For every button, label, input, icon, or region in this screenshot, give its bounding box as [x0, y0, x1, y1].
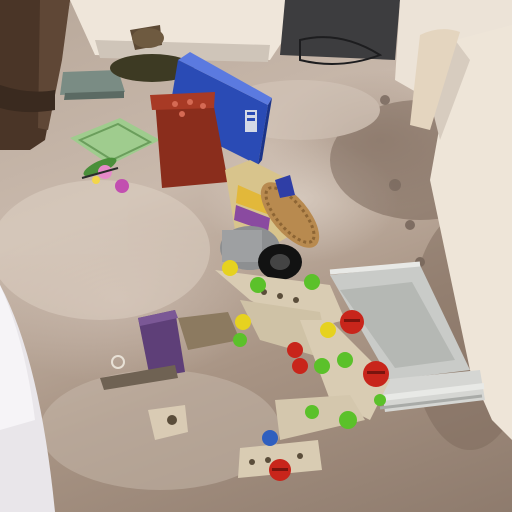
wooden-stool — [0, 0, 70, 150]
living-room-floor-scene — [0, 0, 512, 512]
green-card — [70, 118, 160, 165]
sofa-back-center — [70, 0, 290, 62]
scene-illustration — [0, 0, 512, 512]
white-cushion-left — [0, 285, 55, 512]
dark-rug-corner — [280, 0, 400, 65]
